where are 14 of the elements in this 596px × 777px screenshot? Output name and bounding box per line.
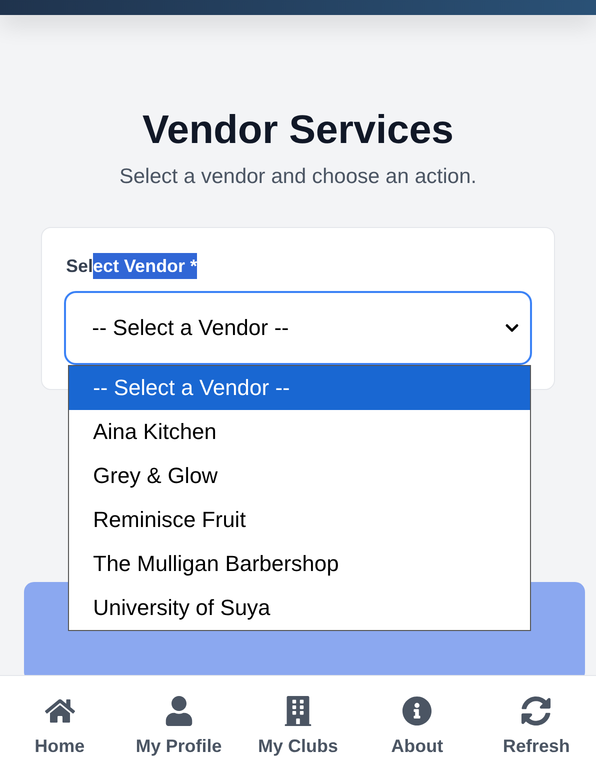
vendor-select[interactable]: -- Select a Vendor -- [64,291,532,365]
nav-item[interactable]: Home [4,696,115,757]
info-icon [402,696,432,726]
page-subtitle: Select a vendor and choose an action. [119,165,477,189]
nav-item[interactable]: My Profile [124,696,234,757]
nav-item[interactable]: Refresh [481,696,592,757]
person-icon [164,696,194,726]
refresh-icon [521,696,552,726]
dropdown-option[interactable]: -- Select a Vendor -- [69,366,530,410]
building-icon [282,696,313,726]
nav-item[interactable]: About [362,696,472,757]
nav-item[interactable]: My Clubs [242,696,353,757]
page-title: Vendor Services [142,107,454,154]
field-label: Select Vendor * [66,256,198,277]
